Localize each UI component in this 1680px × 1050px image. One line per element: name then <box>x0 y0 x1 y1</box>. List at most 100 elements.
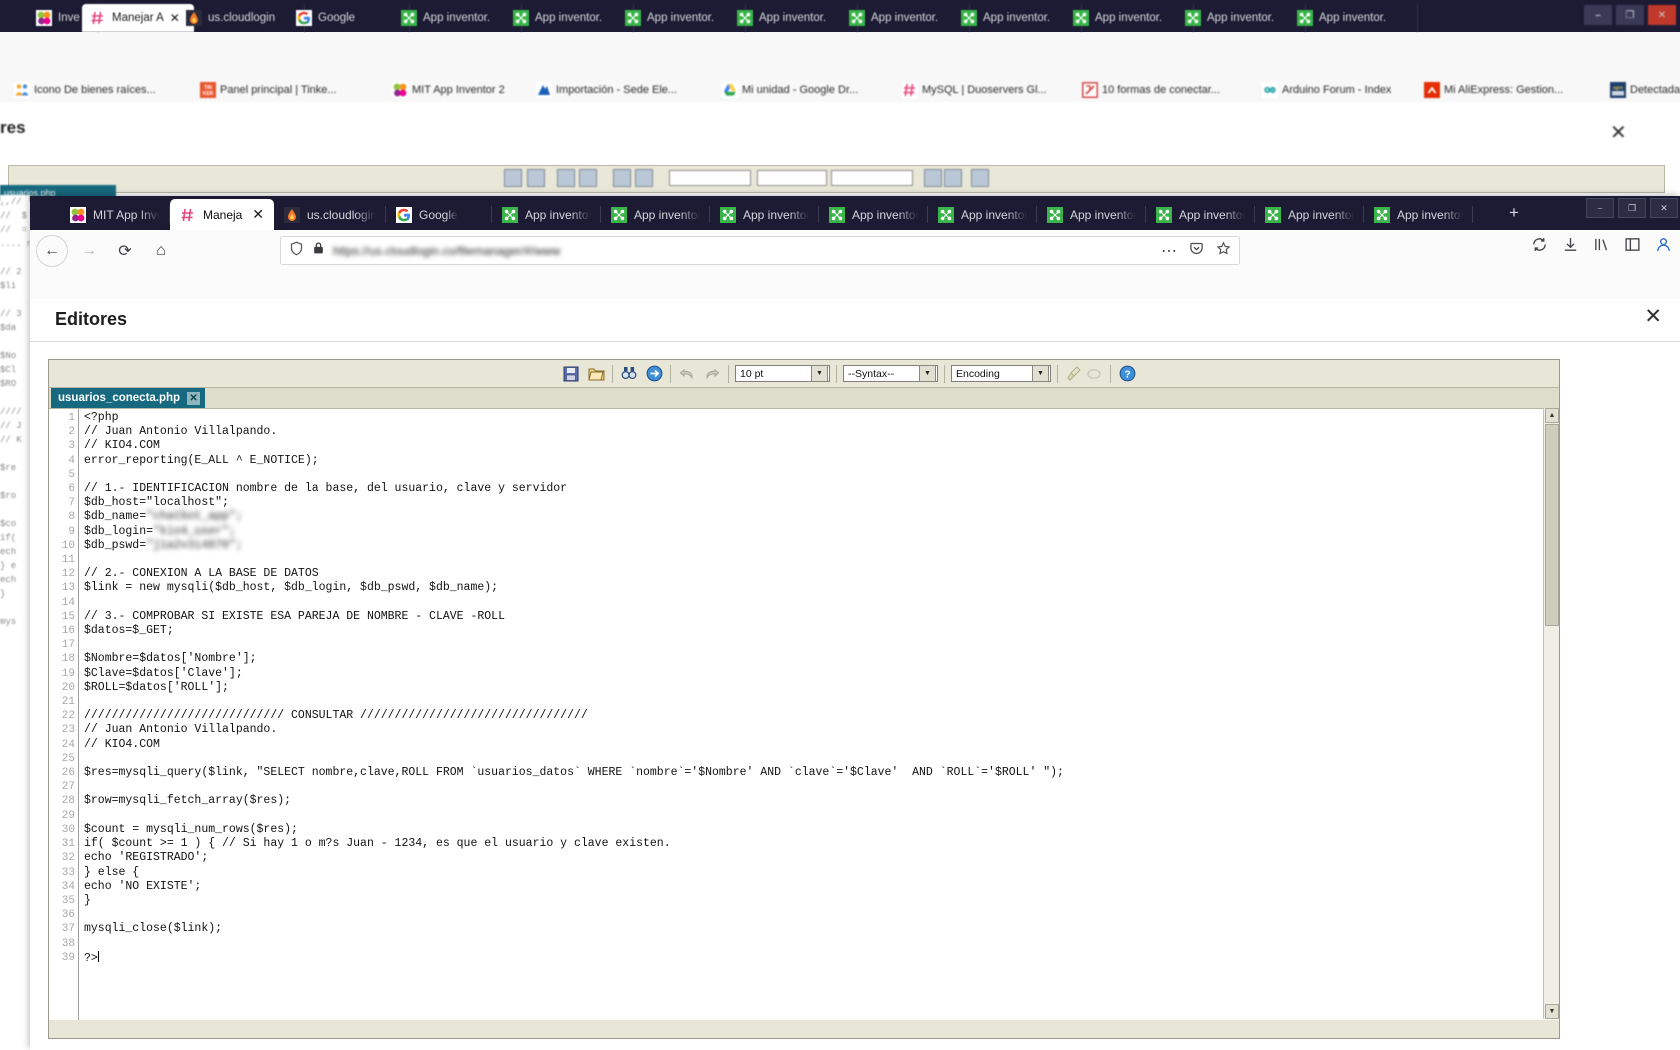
background-minimize-button[interactable]: ⎯ <box>1584 5 1612 25</box>
appinventor-green-icon <box>1374 206 1390 223</box>
appinventor-green-icon <box>849 10 865 26</box>
syntax-select[interactable]: --Syntax-- ▼ <box>843 365 938 382</box>
back-button[interactable]: ← <box>36 235 68 267</box>
background-tab-label: App inventor. <box>871 12 939 24</box>
background-toolbar-item-4 <box>613 169 635 187</box>
scroll-up-arrow-icon[interactable]: ▲ <box>1545 408 1559 423</box>
home-button[interactable]: ⌂ <box>146 236 176 266</box>
background-tab-5: App inventor. <box>505 4 634 32</box>
undo-icon[interactable] <box>677 364 697 383</box>
line-number: 22 <box>61 710 75 723</box>
background-tab-8: App inventor. <box>841 4 970 32</box>
toolbar-separator-7 <box>1110 364 1111 383</box>
background-window-controls[interactable]: ⎯ ❐ ✕ <box>1584 5 1676 25</box>
background-toolbar-item-1 <box>527 169 549 187</box>
tab-label: Manejar A <box>203 207 244 222</box>
editor-vertical-scrollbar[interactable]: ▲ ▼ <box>1543 408 1559 1019</box>
page-title: Editores <box>55 309 128 329</box>
new-tab-button[interactable]: + <box>1509 204 1519 221</box>
appinventor-green-icon <box>1297 10 1313 26</box>
browser-tab-8[interactable]: App inventor. <box>928 199 1037 230</box>
code-area[interactable]: 1 2 3 4 5 6 7 8 9 10 11 12 13 14 15 16 17 18 19 20 21 22 23 24 2… <box>49 409 1559 1020</box>
background-panel-close-icon[interactable]: ✕ <box>1610 120 1627 145</box>
background-bookmark-6: 10 formas de conectar... <box>1082 80 1220 100</box>
download-icon[interactable] <box>1562 236 1579 258</box>
code-line: $ROLL=$datos['ROLL']; <box>84 680 229 694</box>
find-icon[interactable] <box>619 364 639 383</box>
browser-tab-11[interactable]: App inventor. <box>1255 199 1364 230</box>
redo-icon[interactable] <box>702 364 722 383</box>
help-icon[interactable]: ? <box>1117 364 1137 383</box>
browser-tab-9[interactable]: App inventor. <box>1037 199 1146 230</box>
appinventor-green-icon <box>502 206 518 223</box>
browser-tab-12[interactable]: App inventor. <box>1364 199 1473 230</box>
open-folder-icon[interactable] <box>586 364 606 383</box>
close-panel-icon[interactable]: ✕ <box>1644 306 1662 327</box>
window-controls[interactable]: ⎯ ❐ ✕ <box>1586 198 1678 218</box>
mit-appinventor-icon <box>36 10 52 26</box>
close-icon[interactable]: ✕ <box>187 391 201 405</box>
chevron-down-icon[interactable]: ▼ <box>811 365 828 382</box>
code-text[interactable]: <?php// Juan Antonio Villalpando.// KIO4… <box>79 409 1559 1020</box>
browser-tab-5[interactable]: App inventor. <box>601 199 710 230</box>
background-close-button[interactable]: ✕ <box>1648 5 1676 25</box>
appinventor-green-icon <box>1156 206 1172 223</box>
toolbar-separator-1 <box>612 364 613 383</box>
background-bookmark-3: Importación - Sede Ele... <box>536 80 677 100</box>
url-text[interactable]: https://us.cloudlogin.co/filemanager/#/w… <box>333 244 1153 258</box>
minimize-button[interactable]: ⎯ <box>1586 198 1614 218</box>
scroll-down-arrow-icon[interactable]: ▼ <box>1545 1004 1559 1019</box>
pocket-icon[interactable] <box>1189 241 1204 261</box>
close-window-button[interactable]: ✕ <box>1650 198 1678 218</box>
maximize-button[interactable]: ❐ <box>1618 198 1646 218</box>
browser-tab-7[interactable]: App inventor. <box>819 199 928 230</box>
browser-tab-1[interactable]: Manejar A ✕ <box>170 199 274 230</box>
background-tab-label: us.cloudlogin <box>208 12 276 24</box>
encoding-select[interactable]: Encoding ▼ <box>951 365 1051 382</box>
file-tab-usuarios-conecta-php[interactable]: usuarios_conecta.php ✕ <box>51 388 206 408</box>
font-size-select[interactable]: 10 pt ▼ <box>735 365 830 382</box>
sidebar-icon[interactable] <box>1624 236 1641 258</box>
chevron-down-icon[interactable]: ▼ <box>919 365 936 382</box>
background-toolbar-item-5 <box>635 169 657 187</box>
svg-text:KER: KER <box>203 91 214 97</box>
browser-tab-6[interactable]: App inventor. <box>710 199 819 230</box>
background-maximize-button[interactable]: ❐ <box>1616 5 1644 25</box>
scrollbar-thumb[interactable] <box>1545 424 1559 626</box>
ellipsis-icon[interactable]: ⋯ <box>1161 241 1177 261</box>
library-icon[interactable] <box>1593 236 1610 258</box>
account-icon[interactable] <box>1655 236 1672 258</box>
browser-tab-3[interactable]: Google <box>386 199 492 230</box>
arduino-icon <box>1262 82 1278 98</box>
go-icon[interactable] <box>644 364 664 383</box>
browser-tab-10[interactable]: App inventor. <box>1146 199 1255 230</box>
tab-label: us.cloudlogin <box>307 207 376 222</box>
flame-icon <box>186 10 202 26</box>
browser-tab-2[interactable]: us.cloudlogin <box>274 199 386 230</box>
tab-close-icon[interactable]: ✕ <box>252 206 264 223</box>
browser-tab-4[interactable]: App inventor. <box>492 199 601 230</box>
reload-button[interactable]: ⟳ <box>110 236 140 266</box>
sync-icon[interactable] <box>1531 236 1548 258</box>
background-tab-label: App inventor. <box>647 12 715 24</box>
shield-icon[interactable] <box>289 241 304 261</box>
browser-tab-0[interactable]: MIT App Inve <box>60 199 170 230</box>
chevron-down-icon[interactable]: ▼ <box>1032 365 1049 382</box>
background-bookmark-7: Arduino Forum - Index <box>1262 80 1391 100</box>
toolbar-separator-2 <box>670 364 671 383</box>
tab-label: App inventor. <box>525 207 591 222</box>
lock-icon[interactable] <box>312 241 325 260</box>
background-tab-3: Google <box>288 4 410 32</box>
code-line: $Nombre=$datos['Nombre']; <box>84 652 257 666</box>
star-icon[interactable] <box>1216 241 1231 261</box>
broom-icon[interactable] <box>1064 364 1084 383</box>
background-tab-label: Inve <box>58 12 80 24</box>
tab-label: App inventor. <box>1397 207 1463 222</box>
eraser-icon[interactable] <box>1084 364 1104 383</box>
url-bar[interactable]: https://us.cloudlogin.co/filemanager/#/w… <box>280 236 1240 265</box>
save-icon[interactable] <box>561 364 581 383</box>
line-number: 33 <box>61 866 75 879</box>
forward-button[interactable]: → <box>74 236 104 266</box>
